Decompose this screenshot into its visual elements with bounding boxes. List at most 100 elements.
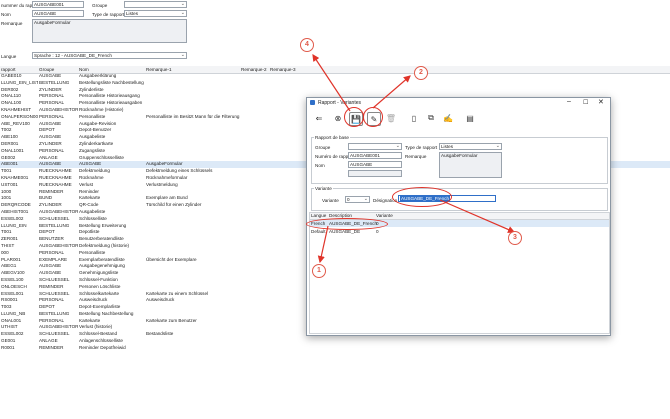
table-cell: Ausgabeerklärung <box>79 73 117 78</box>
table-cell: Schlüssel-Bestand <box>79 331 118 337</box>
table-cell: Exemplarberatendliste <box>79 256 125 262</box>
remarque-label: Remarque <box>405 154 427 159</box>
table-cell: BESTELLUNG <box>39 79 70 85</box>
table-cell: Zylinderliste <box>79 86 104 92</box>
nom-extra-field <box>348 170 402 177</box>
table-cell: REMINDER <box>39 344 64 350</box>
table-cell: ONAL1001 <box>1 147 24 153</box>
cancel-icon[interactable]: ⊗ <box>332 112 344 124</box>
table-cell: ZER001 <box>1 236 18 242</box>
table-cell: SCHLUESSEL <box>39 290 70 296</box>
table-row[interactable]: GABE010 AUSGABE Ausgabeerklärung <box>0 73 670 80</box>
table-cell: UST001 <box>1 181 18 187</box>
table-cell: T002 <box>1 127 12 133</box>
table-cell: PERSONAL <box>39 317 65 323</box>
table-cell: AUSGABEHISTORIE <box>39 242 78 248</box>
table-cell: PERSONAL <box>39 100 65 106</box>
table-cell: Bestandsliste <box>146 331 174 337</box>
sprache-select[interactable]: Sprache : 12 - AUSGABE_DE_French <box>32 52 187 59</box>
back-icon[interactable]: ⇐ <box>313 112 325 124</box>
table-cell: ABE100 <box>1 134 18 140</box>
nummer-field[interactable]: AUSGABE001 <box>32 1 84 8</box>
table-cell: Schlüsselliste <box>79 215 107 221</box>
groupe-label: Groupe <box>315 145 331 150</box>
table-cell: Ausgabegenehmigung <box>79 263 125 269</box>
table-cell: RUECKNAHME <box>39 181 72 187</box>
highlight-save-as <box>363 107 383 127</box>
table-cell: ESSEL100 <box>1 276 24 282</box>
callout-1: 1 <box>312 264 326 278</box>
bemerkung-field[interactable]: AusgabeFormular <box>32 19 187 43</box>
table-cell: BUND <box>39 195 53 201</box>
table-cell: Türschild für einen Zylinder <box>146 202 202 208</box>
grid-cell: Default <box>311 229 326 234</box>
table-cell: ABE001 <box>1 161 18 167</box>
col-header[interactable]: Groupe <box>39 67 54 72</box>
table-cell: DER001 <box>1 140 19 146</box>
nummer-label: nummer du rapp <box>1 3 35 8</box>
table-row[interactable]: R0001 REMINDER Reminder Depotfreiwid <box>0 345 670 352</box>
table-row[interactable]: LLUNG_EIN_LISTE BESTELLUNG Bestellungslist… <box>0 80 670 87</box>
table-row[interactable]: DER002 ZYLINDER Zylinderliste <box>0 87 670 94</box>
remarque-field[interactable]: AusgabeFormular <box>439 152 502 178</box>
table-cell: ABEHIST001 <box>1 208 29 214</box>
table-cell: GE001 <box>1 338 16 344</box>
variant-grid: Langue Description Variante French AUSGA… <box>309 212 610 334</box>
table-cell: PERSONAL <box>39 249 65 255</box>
table-cell: Ausgabeliste <box>79 134 106 140</box>
grid-col-header[interactable]: Variante <box>376 213 393 218</box>
table-cell: SCHLUESSEL <box>39 276 70 282</box>
minimize-icon[interactable]: – <box>567 98 571 105</box>
variante-spinner[interactable]: 0 <box>345 196 370 203</box>
numero-field[interactable]: AUSGABE001 <box>348 152 402 159</box>
grid-col-header[interactable]: Langue <box>311 213 326 218</box>
col-header[interactable]: Remarque-3 <box>270 67 296 72</box>
table-cell: ZYLINDER <box>39 140 62 146</box>
typ-label: Type de rapport <box>92 12 125 17</box>
table-cell: Defektmeldung eines Schlüssels <box>146 168 213 174</box>
report-icon[interactable]: ▤ <box>464 112 476 124</box>
close-icon[interactable]: ✕ <box>598 98 604 106</box>
name-label: Nom <box>1 12 11 17</box>
col-header[interactable]: Remarque-2 <box>241 67 267 72</box>
table-cell: ABEG1 <box>1 263 17 269</box>
table-cell: ANLAGE <box>39 154 58 160</box>
table-cell: AusgabeFormular <box>146 161 183 167</box>
name-field[interactable]: AUSGABE <box>32 10 84 17</box>
table-cell: Zugangsliste <box>79 147 106 153</box>
delete-icon[interactable]: 🗑 <box>385 112 397 124</box>
table-cell: ONAL100 <box>1 100 22 106</box>
col-header[interactable]: rapport <box>1 67 16 72</box>
grid-cell: 0 <box>376 229 379 234</box>
table-row[interactable]: GE001 ANLAGE Anlagenschlüsselliste <box>0 338 670 345</box>
table-cell: ESSEL001 <box>1 290 24 296</box>
variants-dialog: Rapport - Variantes – ☐ ✕ ⇐ ⊗ 💾 ✎ 🗑 ▯ ⧉ … <box>306 97 611 336</box>
table-cell: Verlust <box>79 181 94 187</box>
table-cell: Personalliste <box>79 249 106 255</box>
copy-icon[interactable]: ⧉ <box>425 112 437 124</box>
table-cell: Kartekarte zu einem Schlüssel <box>146 290 209 296</box>
edit-document-icon[interactable]: ✍ <box>442 112 454 124</box>
col-header[interactable]: Remarque-1 <box>146 67 172 72</box>
nom-field[interactable]: AUSGABE <box>348 161 402 168</box>
maximize-icon[interactable]: ☐ <box>583 99 588 106</box>
table-cell: Defektmeldung <box>79 168 110 174</box>
type-label: Type de rapport <box>405 145 438 150</box>
table-cell: RS0001 <box>1 297 18 303</box>
table-cell: R0001 <box>1 344 15 350</box>
groupe-select[interactable] <box>348 143 402 150</box>
table-cell: RUECKNAHME <box>39 168 72 174</box>
highlight-designation <box>392 187 452 207</box>
table-cell: Rücknahme <box>79 174 104 180</box>
table-cell: Exemplare am Bund <box>146 195 188 201</box>
typ-select[interactable]: Listes <box>124 10 187 17</box>
document-icon[interactable]: ▯ <box>408 112 420 124</box>
type-select[interactable]: Listes <box>439 143 502 150</box>
highlight-grid-row <box>306 218 388 230</box>
gruppe-select[interactable] <box>124 1 187 8</box>
table-cell: AUSGABE <box>79 161 102 167</box>
table-cell: Verlustmeldung <box>146 181 178 187</box>
col-header[interactable]: Nom <box>79 67 89 72</box>
table-cell: LLUNG_NB <box>1 310 26 316</box>
table-cell: PERSONAL <box>39 297 65 303</box>
